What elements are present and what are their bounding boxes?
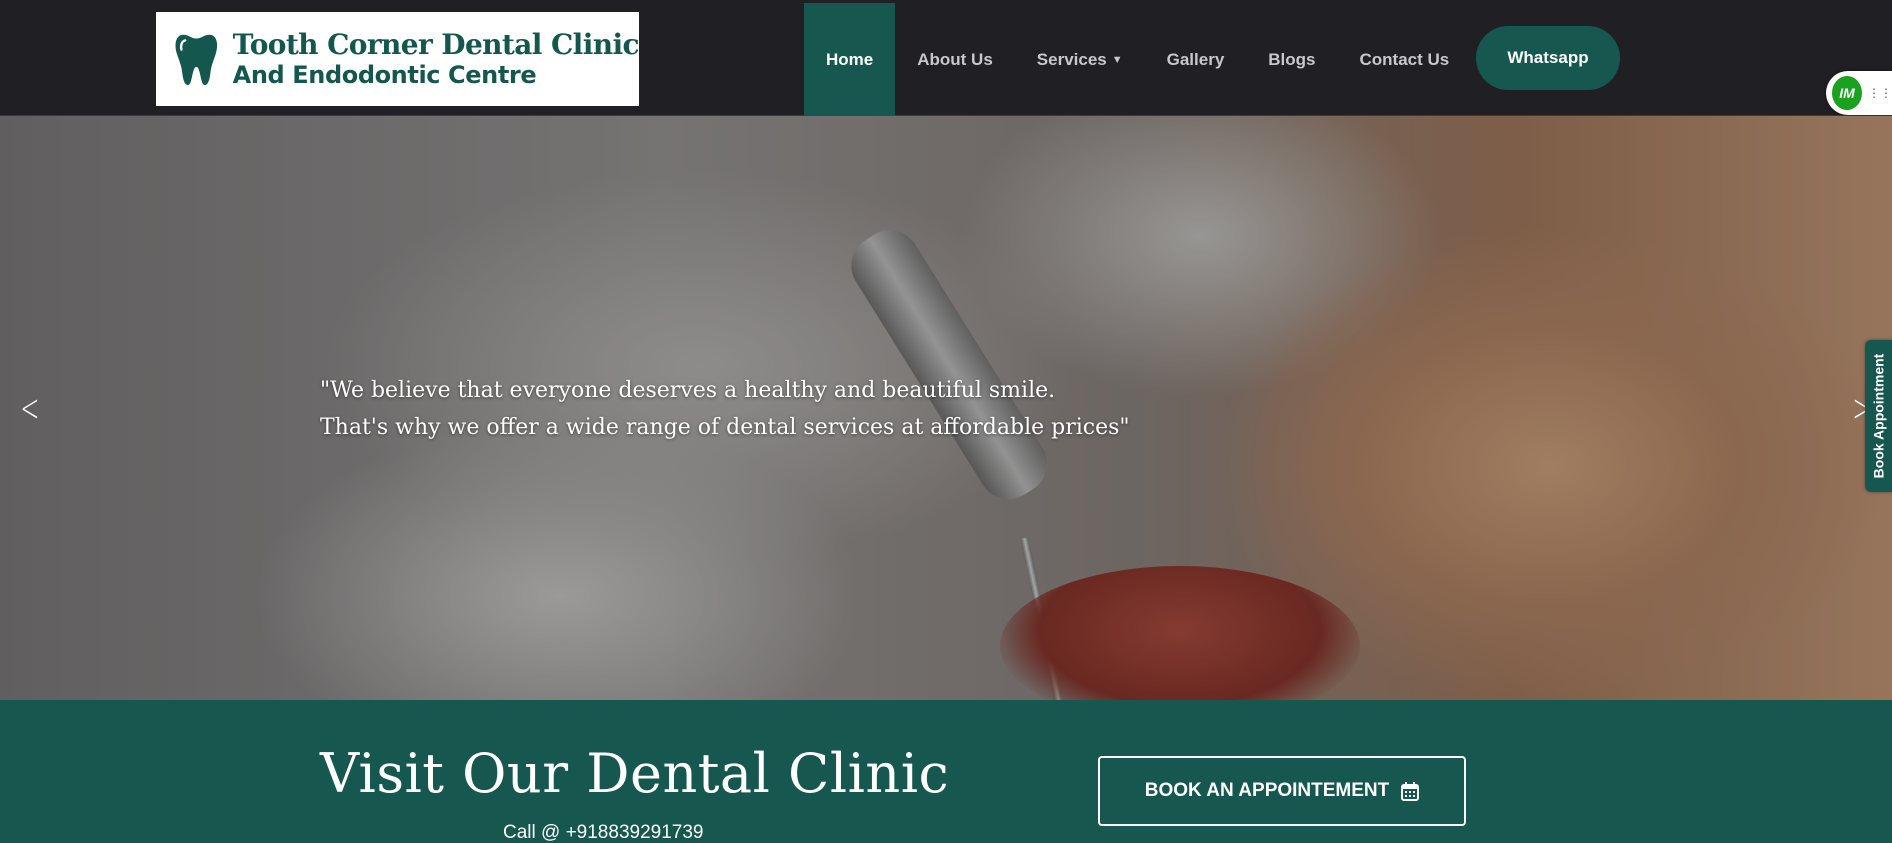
im-widget-icon: IM — [1832, 76, 1862, 110]
nav-services-label: Services — [1036, 49, 1107, 69]
chevron-left-icon[interactable]: < — [20, 386, 39, 430]
visit-heading: Visit Our Dental Clinic — [320, 742, 950, 805]
chevron-down-icon: ▼ — [1111, 53, 1123, 66]
hero-slider: "We believe that everyone deserves a hea… — [0, 116, 1892, 700]
nav-gallery[interactable]: Gallery — [1145, 3, 1247, 116]
hero-quote: "We believe that everyone deserves a hea… — [320, 372, 1130, 446]
book-appointment-side-tab[interactable]: Book Appointment — [1865, 340, 1892, 492]
visit-clinic-band: Visit Our Dental Clinic Call @ +91883929… — [0, 700, 1892, 843]
main-nav: Home About Us Services ▼ Gallery Blogs C… — [804, 3, 1471, 116]
calendar-icon — [1401, 781, 1420, 801]
nav-home[interactable]: Home — [804, 3, 896, 116]
clinic-logo[interactable]: Tooth Corner Dental Clinic And Endodonti… — [156, 12, 640, 106]
book-appointment-label: BOOK AN APPOINTEMENT — [1144, 780, 1390, 801]
nav-blogs[interactable]: Blogs — [1246, 3, 1337, 116]
logo-subtitle: And Endodontic Centre — [232, 61, 537, 89]
book-appointment-side-label: Book Appointment — [1870, 353, 1887, 479]
whatsapp-button[interactable]: Whatsapp — [1476, 26, 1620, 90]
im-chat-widget[interactable]: IM ⋮⋮ — [1826, 71, 1892, 115]
book-appointment-button[interactable]: BOOK AN APPOINTEMENT — [1098, 756, 1466, 826]
nav-contact-us[interactable]: Contact Us — [1338, 3, 1472, 116]
nav-services[interactable]: Services ▼ — [1015, 3, 1145, 116]
drag-handle-icon[interactable]: ⋮⋮ — [1868, 86, 1892, 100]
call-phone-link[interactable]: Call @ +918839291739 — [503, 822, 703, 843]
tooth-icon — [175, 34, 218, 86]
logo-title: Tooth Corner Dental Clinic — [232, 28, 640, 61]
nav-about-us[interactable]: About Us — [895, 3, 1015, 116]
site-header: Tooth Corner Dental Clinic And Endodonti… — [0, 0, 1892, 116]
hero-quote-line-1: "We believe that everyone deserves a hea… — [320, 378, 1056, 403]
hero-quote-line-2: That's why we offer a wide range of dent… — [320, 415, 1130, 440]
